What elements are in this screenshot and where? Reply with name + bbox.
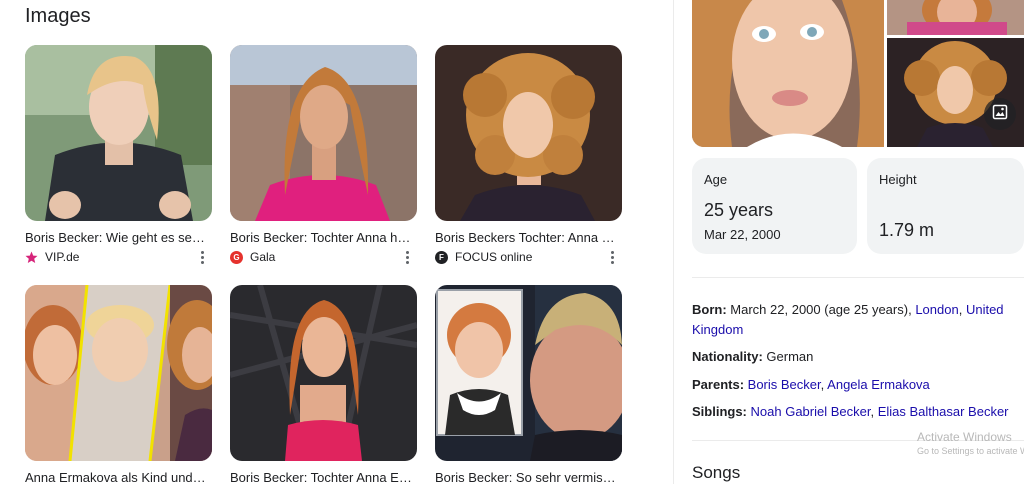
column-divider bbox=[673, 0, 674, 484]
image-caption[interactable]: Boris Becker: Wie geht es sei… bbox=[25, 230, 207, 245]
parent-link-mother[interactable]: Angela Ermakova bbox=[827, 377, 930, 392]
image-result-card[interactable]: Boris Becker: Wie geht es sei… VIP.de bbox=[25, 45, 212, 265]
activate-windows-watermark: Activate Windows Go to Settings to activ… bbox=[917, 430, 1024, 456]
profile-photo-main[interactable] bbox=[692, 0, 884, 147]
image-caption[interactable]: Boris Becker: Tochter Anna h… bbox=[230, 230, 412, 245]
focus-logo-icon: F bbox=[435, 250, 448, 264]
age-card[interactable]: Age 25 years Mar 22, 2000 bbox=[692, 158, 857, 254]
image-caption[interactable]: Boris Becker: Tochter Anna E… bbox=[230, 470, 412, 484]
siblings-row: Siblings: Noah Gabriel Becker, Elias Bal… bbox=[692, 402, 1022, 422]
image-icon bbox=[992, 104, 1008, 125]
siblings-separator: , bbox=[870, 404, 875, 419]
siblings-label: Siblings: bbox=[692, 404, 747, 419]
result-image[interactable] bbox=[435, 45, 622, 221]
more-images-button[interactable] bbox=[984, 98, 1016, 130]
section-divider bbox=[692, 277, 1024, 278]
birth-date: Mar 22, 2000 bbox=[704, 227, 781, 242]
image-caption[interactable]: Boris Beckers Tochter: Anna … bbox=[435, 230, 617, 245]
age-value: 25 years bbox=[704, 200, 774, 220]
born-row: Born: March 22, 2000 (age 25 years), Lon… bbox=[692, 300, 1012, 340]
result-image[interactable] bbox=[230, 45, 417, 221]
pink-star-icon bbox=[25, 251, 38, 264]
sibling-link-noah[interactable]: Noah Gabriel Becker bbox=[751, 404, 871, 419]
image-caption[interactable]: Anna Ermakova als Kind und … bbox=[25, 470, 207, 484]
songs-heading: Songs bbox=[692, 463, 741, 482]
profile-photo-thumb-bottom[interactable] bbox=[887, 38, 1024, 147]
image-source[interactable]: FOCUS online bbox=[455, 250, 532, 264]
image-caption[interactable]: Boris Becker: So sehr vermis… bbox=[435, 470, 617, 484]
image-result-card[interactable]: Boris Becker: Tochter Anna E… bbox=[230, 285, 417, 484]
nationality-value: German bbox=[766, 349, 814, 364]
height-value: 1.79 m bbox=[879, 220, 935, 240]
born-label: Born: bbox=[692, 302, 727, 317]
height-card[interactable]: Height 1.79 m bbox=[867, 158, 1024, 254]
watermark-title: Activate Windows bbox=[917, 430, 1012, 444]
result-image[interactable] bbox=[435, 285, 622, 461]
age-label: Age bbox=[704, 172, 728, 187]
sibling-link-elias[interactable]: Elias Balthasar Becker bbox=[878, 404, 1009, 419]
parents-row: Parents: Boris Becker, Angela Ermakova bbox=[692, 375, 1012, 395]
images-title: Images bbox=[25, 5, 91, 27]
born-text: March 22, 2000 (age 25 years), bbox=[730, 302, 912, 317]
result-image[interactable] bbox=[25, 45, 212, 221]
born-place-link[interactable]: London bbox=[915, 302, 958, 317]
height-label: Height bbox=[879, 172, 917, 187]
result-image[interactable] bbox=[230, 285, 417, 461]
more-options-icon[interactable] bbox=[608, 249, 616, 265]
more-options-icon[interactable] bbox=[403, 249, 411, 265]
nationality-row: Nationality: German bbox=[692, 347, 1012, 367]
born-separator: , bbox=[958, 302, 963, 317]
image-result-card[interactable]: Boris Beckers Tochter: Anna … F FOCUS on… bbox=[435, 45, 622, 265]
parents-separator: , bbox=[820, 377, 825, 392]
image-result-card[interactable]: Boris Becker: So sehr vermis… bbox=[435, 285, 622, 484]
image-result-card[interactable]: Anna Ermakova als Kind und … bbox=[25, 285, 212, 484]
profile-photo-thumb-top[interactable] bbox=[887, 0, 1024, 35]
parents-label: Parents: bbox=[692, 377, 745, 392]
nationality-label: Nationality: bbox=[692, 349, 763, 364]
image-result-card[interactable]: Boris Becker: Tochter Anna h… G Gala bbox=[230, 45, 417, 265]
parent-link-father[interactable]: Boris Becker bbox=[748, 377, 821, 392]
watermark-subtitle: Go to Settings to activate Windows. bbox=[917, 446, 1024, 456]
image-source[interactable]: Gala bbox=[250, 250, 275, 264]
gala-logo-icon: G bbox=[230, 250, 243, 264]
result-image[interactable] bbox=[25, 285, 212, 461]
image-source[interactable]: VIP.de bbox=[45, 250, 79, 264]
more-options-icon[interactable] bbox=[198, 249, 206, 265]
